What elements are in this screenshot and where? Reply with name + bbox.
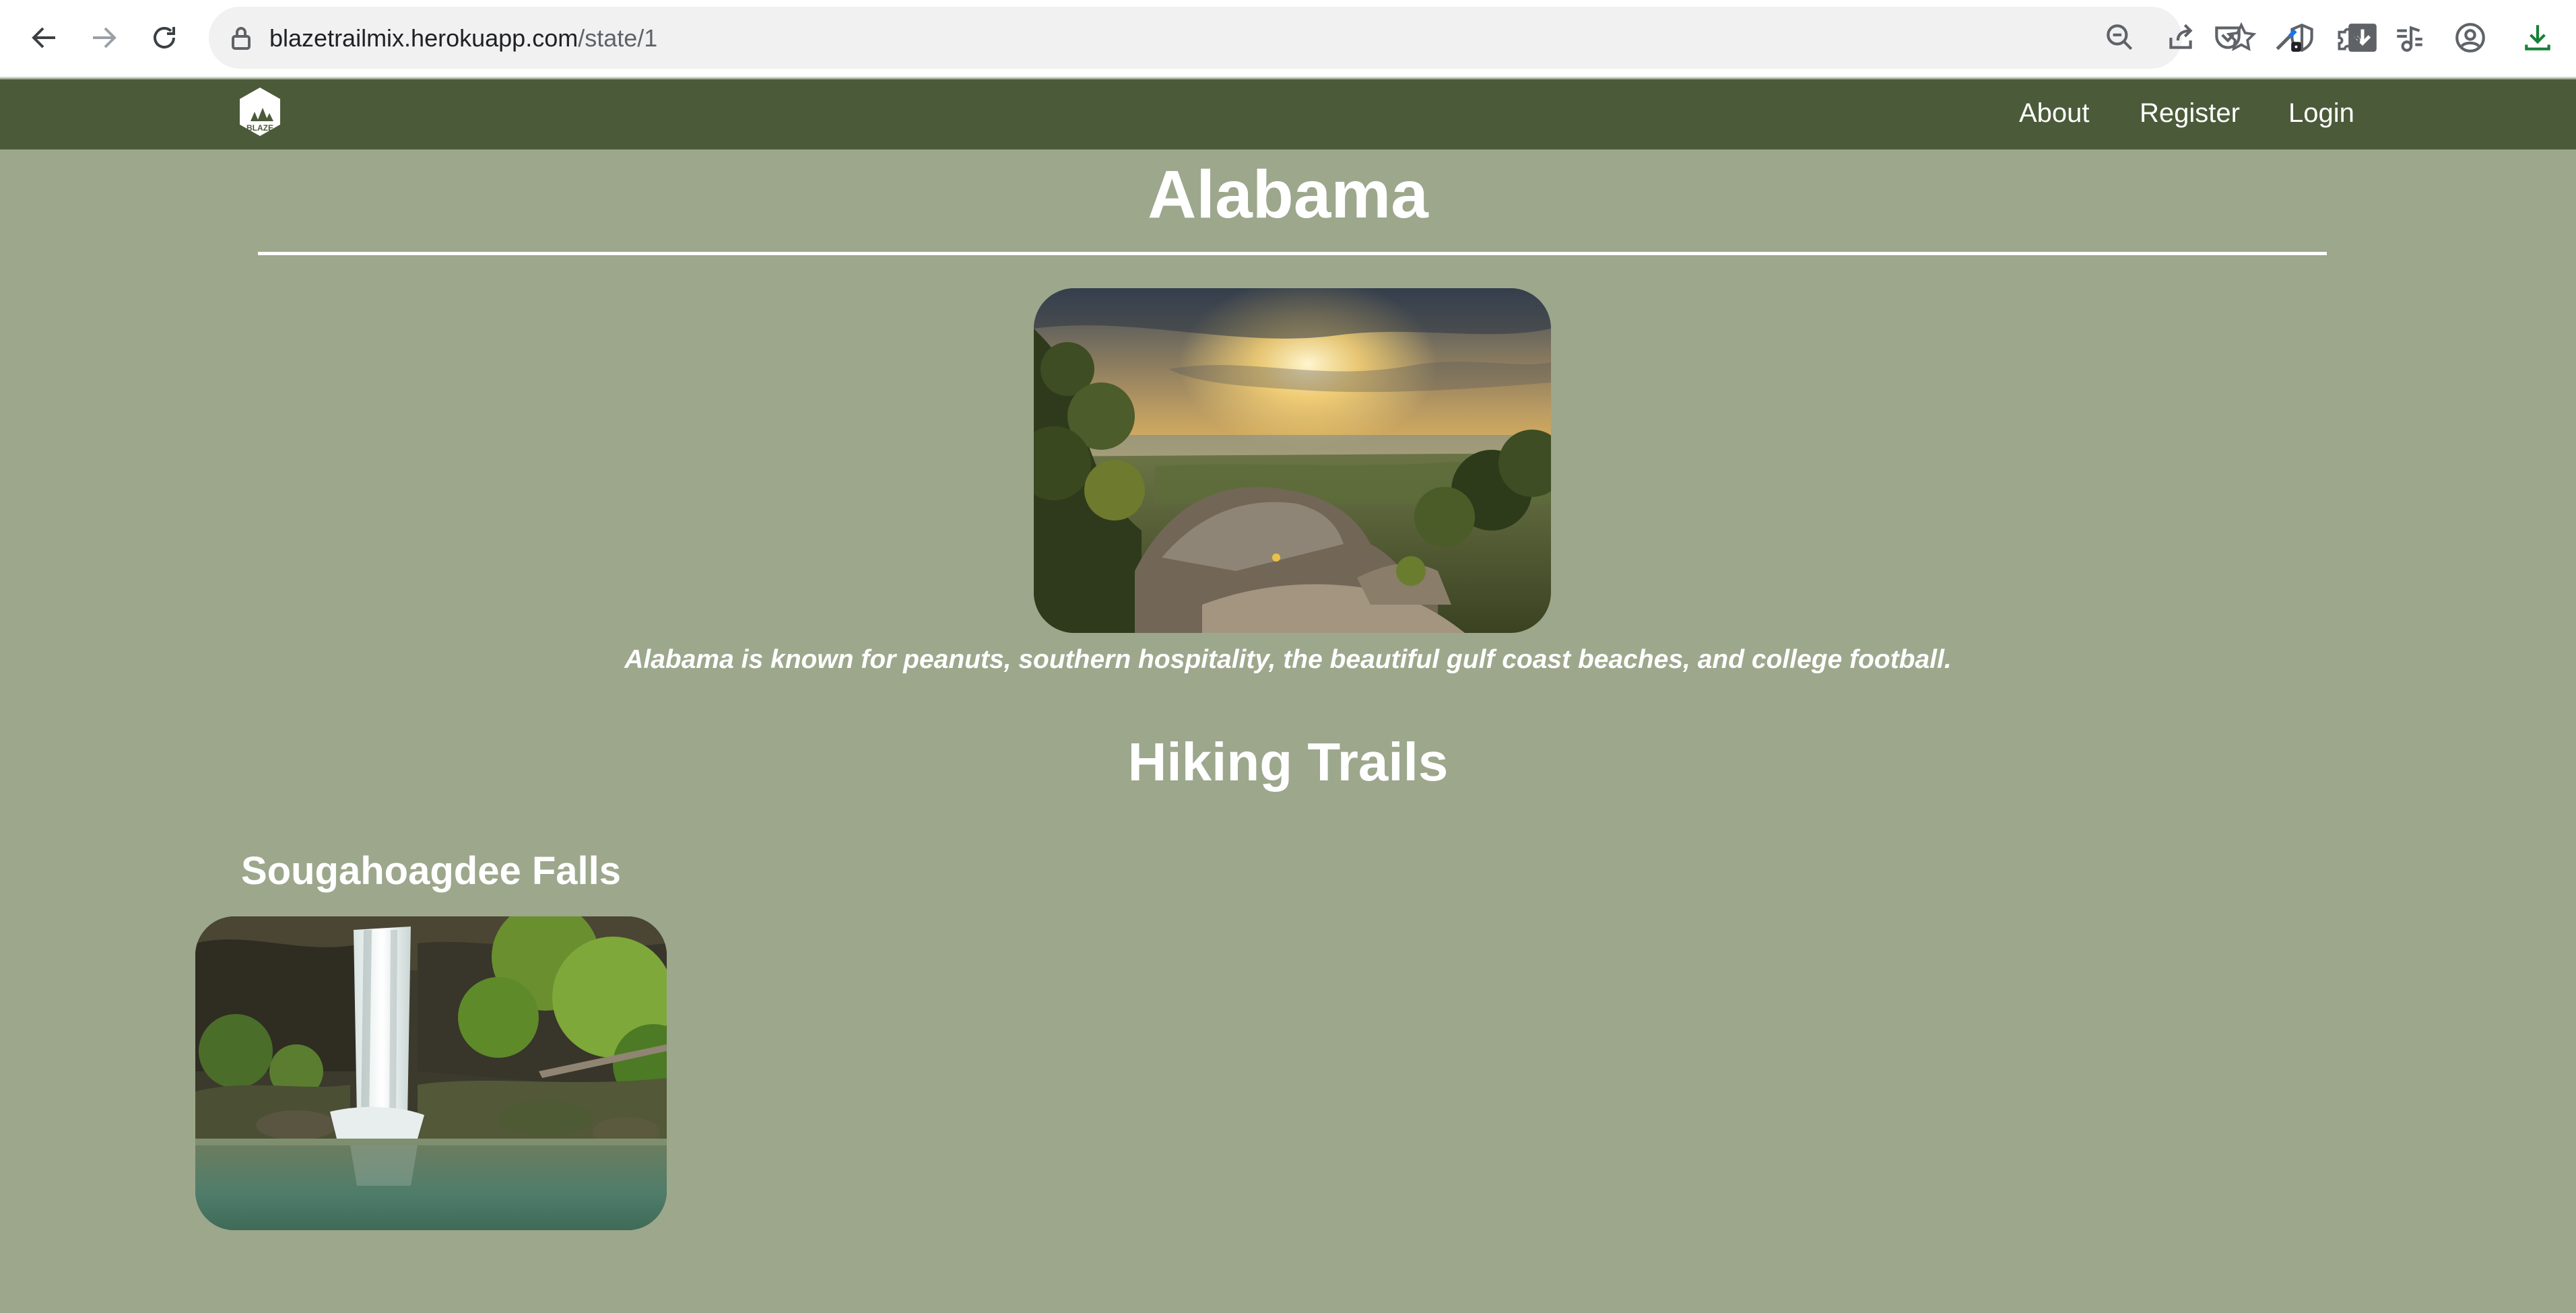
forward-arrow-icon[interactable]	[82, 16, 125, 59]
address-bar[interactable]: blazetrailmix.herokuapp.com/state/1	[209, 7, 2377, 69]
puzzle-icon[interactable]	[2327, 16, 2371, 59]
logo-text: BLAZE	[246, 123, 273, 133]
site-navbar: BLAZE About Register Login	[0, 79, 2576, 149]
nav-login-link[interactable]: Login	[2288, 98, 2354, 129]
share-icon[interactable]	[2159, 16, 2202, 59]
hiking-trails-heading: Hiking Trails	[1127, 732, 1449, 792]
nav-register-link[interactable]: Register	[2140, 98, 2240, 129]
back-arrow-icon[interactable]	[23, 16, 66, 59]
pocket-icon[interactable]	[2206, 16, 2249, 59]
trail-image[interactable]	[195, 916, 667, 1230]
url-text[interactable]: blazetrailmix.herokuapp.com/state/1	[269, 24, 657, 53]
url-path: /state/1	[578, 24, 658, 52]
reload-icon[interactable]	[143, 16, 186, 59]
browser-toolbar: blazetrailmix.herokuapp.com/state/1	[0, 0, 2576, 78]
state-hero-image	[1034, 288, 1551, 633]
state-title: Alabama	[1148, 157, 1428, 232]
download-icon[interactable]	[2516, 16, 2559, 59]
state-description: Alabama is known for peanuts, southern h…	[624, 645, 1952, 674]
trail-name[interactable]: Sougahoagdee Falls	[195, 848, 667, 894]
music-list-icon[interactable]	[2388, 16, 2431, 59]
url-host: blazetrailmix.herokuapp.com	[269, 24, 579, 52]
profile-icon[interactable]	[2449, 16, 2492, 59]
eyedropper-icon[interactable]	[2267, 16, 2310, 59]
lock-icon[interactable]	[225, 22, 257, 54]
zoom-out-icon[interactable]	[2099, 16, 2142, 59]
title-divider	[258, 252, 2327, 255]
nav-about-link[interactable]: About	[2019, 98, 2090, 129]
blaze-logo[interactable]: BLAZE	[237, 86, 283, 140]
